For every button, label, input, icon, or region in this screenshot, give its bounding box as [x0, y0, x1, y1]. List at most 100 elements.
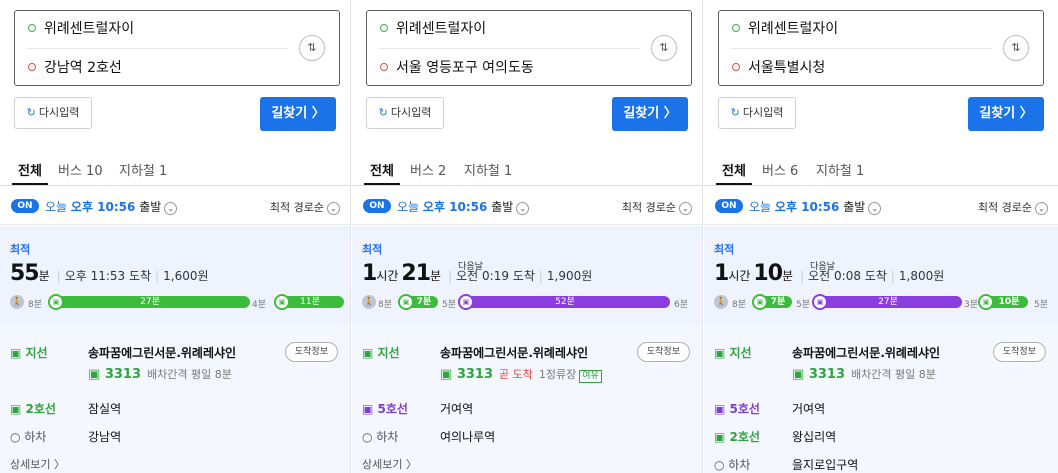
arrival-info-button[interactable]: 도착정보 — [636, 342, 690, 362]
reset-button[interactable]: ↻ 다시입력 — [718, 97, 796, 129]
walk-duration: 5분 — [442, 300, 457, 310]
reset-label: 다시입력 — [38, 106, 80, 119]
best-badge: 최적 — [10, 243, 31, 256]
swap-vertical-icon[interactable]: ⇅ — [299, 35, 325, 61]
departure-bar: ON 오늘 오후 10:56 출발 ⌄ 최적 경로순 ⌄ — [704, 187, 1058, 225]
bus-segment: 27분 — [50, 296, 250, 308]
next-day-label: 다음날 — [458, 262, 483, 272]
bus-interval: 배차간격 평일 8분 — [147, 368, 232, 381]
fare: 1,800원 — [898, 269, 945, 283]
step-type: ▣ 5호선 — [714, 402, 760, 416]
origin-dot-icon — [28, 24, 36, 32]
subway-icon: ▣ — [274, 294, 290, 310]
divider — [731, 48, 991, 49]
depart-time-value: 오후 10:56 — [422, 200, 488, 214]
bus-icon: ▣ 3313 — [792, 367, 845, 382]
step-type: ○ 하차 — [10, 430, 47, 444]
realtime-on-toggle[interactable]: ON — [363, 199, 391, 213]
step-type-label: 5호선 — [377, 402, 408, 416]
destination-field[interactable]: 서울 영등포구 여의도동 — [380, 53, 534, 83]
bus-icon: ▣ — [398, 294, 414, 310]
chevron-down-icon: ⌄ — [327, 202, 340, 215]
swap-vertical-icon[interactable]: ⇅ — [651, 35, 677, 61]
route-card[interactable]: 최적 1시간 10분 | 다음날 오전 0:08 도착 | 1,800원 🚶 8분 7분 ▣… — [704, 226, 1058, 473]
origin-field[interactable]: 위례센트럴자이 — [380, 14, 486, 44]
stops-away: 1정류장 — [538, 368, 577, 381]
step-type: ○ 하차 — [714, 458, 751, 472]
destination-text: 서울특별시청 — [748, 60, 826, 76]
step-type-label: 5호선 — [729, 402, 760, 416]
tab-bus[interactable]: 버스 6 — [762, 160, 798, 179]
minute-unit: 분 — [38, 269, 50, 283]
duration-minutes: 21 — [401, 261, 431, 286]
bus-icon: ▣ — [752, 294, 768, 310]
search-route-button[interactable]: 길찾기 〉 — [260, 97, 336, 131]
departure-time[interactable]: 오늘 오후 10:56 출발 ⌄ — [749, 198, 882, 215]
step-type-label: 지선 — [25, 346, 48, 360]
tab-all[interactable]: 전체 — [722, 160, 746, 179]
swap-vertical-icon[interactable]: ⇅ — [1003, 35, 1029, 61]
reset-button[interactable]: ↻ 다시입력 — [14, 97, 92, 129]
origin-field[interactable]: 위례센트럴자이 — [28, 14, 134, 44]
route-card[interactable]: 최적 1시간 21분 | 다음날 오전 0:19 도착 | 1,900원 🚶 8분 7분 ▣… — [352, 226, 702, 473]
realtime-on-toggle[interactable]: ON — [715, 199, 743, 213]
step-type-label: 지선 — [377, 346, 400, 360]
walk-duration: 8분 — [28, 300, 43, 310]
chevron-down-icon: ⌄ — [1035, 202, 1048, 215]
station-name: 여의나루역 — [440, 430, 496, 444]
sort-dropdown[interactable]: 최적 경로순 ⌄ — [622, 199, 692, 215]
divider — [27, 48, 287, 49]
tab-all[interactable]: 전체 — [370, 160, 394, 179]
step-type-label: 하차 — [24, 430, 47, 444]
departure-time[interactable]: 오늘 오후 10:56 출발 ⌄ — [397, 198, 530, 215]
step-type: ▣ 5호선 — [362, 402, 408, 416]
station-name: 왕십리역 — [792, 430, 837, 444]
destination-field[interactable]: 강남역 2호선 — [28, 53, 122, 83]
next-day-label: 다음날 — [810, 262, 835, 272]
reset-label: 다시입력 — [390, 106, 432, 119]
reset-button[interactable]: ↻ 다시입력 — [366, 97, 444, 129]
hour-unit: 시간 — [376, 269, 399, 283]
route-search-box: 위례센트럴자이 서울 영등포구 여의도동 ⇅ — [366, 10, 692, 86]
sort-dropdown[interactable]: 최적 경로순 ⌄ — [978, 199, 1048, 215]
chevron-down-icon: ⌄ — [679, 202, 692, 215]
step-type: ○ 하차 — [362, 430, 399, 444]
route-card[interactable]: 최적 55분 | 오후 11:53 도착 | 1,600원 🚶 8분 27분 ▣ 4분 … — [0, 226, 350, 473]
refresh-icon: ↻ — [730, 106, 740, 119]
detail-link[interactable]: 상세보기 〉 — [10, 456, 65, 472]
tab-subway[interactable]: 지하철 1 — [816, 160, 864, 179]
destination-text: 강남역 2호선 — [44, 60, 122, 76]
origin-text: 위례센트럴자이 — [748, 21, 839, 37]
sort-dropdown[interactable]: 최적 경로순 ⌄ — [270, 199, 340, 215]
arrival-info-button[interactable]: 도착정보 — [284, 342, 338, 362]
route-panel-cityhall: 위례센트럴자이 서울특별시청 ⇅ ↻ 다시입력 길찾기 〉 전체 버스 6 지하철… — [704, 0, 1058, 473]
search-route-button[interactable]: 길찾기 〉 — [612, 97, 688, 131]
chevron-down-icon: ⌄ — [868, 202, 882, 215]
route-panel-yeouido: 위례센트럴자이 서울 영등포구 여의도동 ⇅ ↻ 다시입력 길찾기 〉 전체 버스… — [352, 0, 703, 473]
detail-link[interactable]: 상세보기 〉 — [362, 456, 417, 472]
bus-icon: ▣ 3313 — [88, 367, 141, 382]
bus-icon: ▣ — [48, 294, 64, 310]
departure-time[interactable]: 오늘 오후 10:56 출발 ⌄ — [45, 198, 178, 215]
station-name: 잠실역 — [88, 402, 122, 416]
tab-bus[interactable]: 버스 10 — [58, 160, 103, 179]
bus-info: ▣ 3313 배차간격 평일 8분 — [792, 366, 936, 382]
tab-subway[interactable]: 지하철 1 — [464, 160, 512, 179]
best-badge: 최적 — [714, 243, 735, 256]
origin-field[interactable]: 위례센트럴자이 — [732, 14, 838, 44]
tab-subway[interactable]: 지하철 1 — [119, 160, 167, 179]
subway-segment: 52분 — [460, 296, 670, 308]
origin-dot-icon — [732, 24, 740, 32]
realtime-on-toggle[interactable]: ON — [11, 199, 39, 213]
walk-icon: 🚶 — [362, 295, 376, 309]
route-summary: 1시간 21분 | 다음날 오전 0:19 도착 | 1,900원 — [362, 261, 593, 286]
tab-all[interactable]: 전체 — [18, 160, 42, 179]
search-route-button[interactable]: 길찾기 〉 — [968, 97, 1044, 131]
depart-time-value: 오후 10:56 — [774, 200, 840, 214]
step-type-label: 2호선 — [25, 402, 56, 416]
route-timeline: 🚶 8분 27분 ▣ 4분 11분 ▣ — [10, 294, 344, 310]
tab-bus[interactable]: 버스 2 — [410, 160, 446, 179]
destination-field[interactable]: 서울특별시청 — [732, 53, 825, 83]
arrival-info-button[interactable]: 도착정보 — [992, 342, 1046, 362]
station-name: 거여역 — [440, 402, 474, 416]
